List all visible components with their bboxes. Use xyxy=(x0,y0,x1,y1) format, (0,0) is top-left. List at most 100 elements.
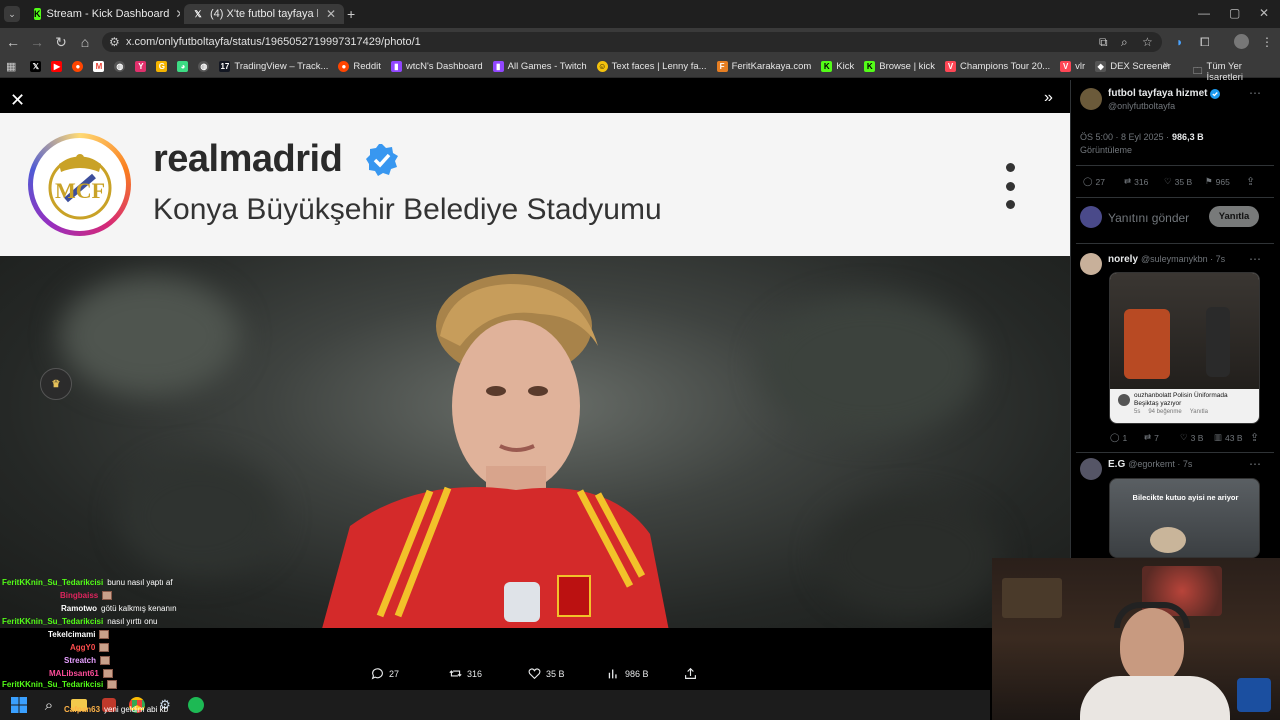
g-icon: G xyxy=(156,61,168,72)
bookmark-globe-2[interactable]: ◍ xyxy=(198,61,210,72)
tab-close-icon[interactable]: ✕ xyxy=(175,7,180,21)
reply-views-stat[interactable]: ▥ 43 B xyxy=(1214,432,1243,443)
maximize-icon[interactable]: ▢ xyxy=(1229,6,1240,20)
reply-avatar[interactable] xyxy=(1080,458,1102,480)
extensions-puzzle-icon[interactable]: ⧠ xyxy=(1200,35,1210,50)
apps-icon[interactable]: ▦ xyxy=(6,60,16,73)
share-action[interactable] xyxy=(684,667,697,680)
forward-arrow-icon[interactable]: → xyxy=(28,34,46,50)
address-bar[interactable]: x.com/onlyfutboltayfa/status/19650527199… xyxy=(102,32,1162,52)
bookmarks-overflow-icon[interactable]: » xyxy=(1163,59,1169,71)
android-icon: ◕ xyxy=(177,61,189,72)
reply-repost-stat[interactable]: ⇄ 7 xyxy=(1144,432,1159,443)
tab-x-post[interactable]: 𝕏 (4) X'te futbol tayfaya hizmet: " ✕ xyxy=(184,4,344,24)
views-count-text: 986,3 B xyxy=(1172,132,1204,142)
reply-count: 27 xyxy=(1095,176,1105,187)
heart-icon xyxy=(528,668,541,680)
install-icon[interactable]: ⧉ xyxy=(1099,35,1108,50)
bookmark-android[interactable]: ◕ xyxy=(177,61,189,72)
reply-media[interactable]: Bilecikte kutuo ayisi ne ariyor xyxy=(1109,478,1260,558)
sidebar-reply-stat[interactable]: ◯ 27 xyxy=(1083,176,1105,187)
x-icon: 𝕏 xyxy=(194,8,202,19)
bookmark-twitch-games[interactable]: ▮ All Games - Twitch xyxy=(492,61,587,72)
reply-action[interactable]: 27 xyxy=(371,667,399,680)
divider xyxy=(1076,197,1274,198)
bookmark-reddit[interactable]: ● xyxy=(72,61,84,72)
new-tab-button[interactable]: + xyxy=(347,6,355,22)
zoom-icon[interactable]: ⌕ xyxy=(1121,35,1128,50)
more-options-icon[interactable]: ⋯ xyxy=(1249,457,1261,471)
reply-author-handle[interactable]: @egorkemt · 7s xyxy=(1128,459,1192,469)
post-timestamp: ÖS 5:00 · 8 Eyl 2025 · 986,3 B xyxy=(1080,132,1204,142)
reply-input[interactable]: Yanıtını gönder xyxy=(1108,211,1189,225)
emote-icon xyxy=(102,669,113,678)
bookmark-kick[interactable]: K Kick xyxy=(821,61,854,72)
back-arrow-icon[interactable]: ← xyxy=(4,34,22,50)
window-close-icon[interactable]: ✕ xyxy=(1259,6,1269,20)
windows-start-icon[interactable] xyxy=(10,696,28,714)
menu-dots-icon[interactable]: ⋮ xyxy=(1261,35,1273,49)
divider xyxy=(1076,243,1274,244)
emote-icon xyxy=(107,680,118,689)
bookmark-globe[interactable]: ◍ xyxy=(114,61,126,72)
bookmark-feritkarakaya[interactable]: F FeritKarakaya.com xyxy=(716,61,811,72)
minimize-icon[interactable]: — xyxy=(1198,6,1210,20)
site-info-icon[interactable]: ⚙ xyxy=(109,35,120,49)
bookmark-text-faces[interactable]: ☺ Text faces | Lenny fa... xyxy=(596,61,707,72)
bookmark-label: Reddit xyxy=(353,61,381,72)
bookmark-label: Browse | kick xyxy=(879,61,936,72)
bookmark-champions-tour[interactable]: V Champions Tour 20... xyxy=(945,61,1050,72)
views-action[interactable]: 986 B xyxy=(607,667,649,680)
bookmark-tradingview[interactable]: 17 TradingView – Track... xyxy=(219,61,328,72)
author-avatar[interactable] xyxy=(1080,88,1102,110)
author-name[interactable]: futbol tayfaya hizmet xyxy=(1108,88,1221,99)
bookmark-gmail[interactable]: M xyxy=(93,61,105,72)
reply-reply-stat[interactable]: ◯ 1 xyxy=(1110,432,1127,443)
chat-message: Streatch xyxy=(64,656,111,665)
reply-author-name[interactable]: norely xyxy=(1108,254,1138,265)
tab-kick-dashboard[interactable]: K Stream - Kick Dashboard ✕ xyxy=(26,4,180,24)
share-icon[interactable]: ⇪ xyxy=(1250,431,1259,444)
bookmark-icon: ⚑ xyxy=(1205,176,1213,186)
bookmark-star-icon[interactable]: ☆ xyxy=(1142,35,1153,49)
extension-icon[interactable]: ◗ xyxy=(1176,35,1183,49)
reply-media[interactable]: ouzhanbolatt Polisin Üniformada Beşiktaş… xyxy=(1109,272,1260,424)
repost-action[interactable]: 316 xyxy=(449,667,482,680)
close-viewer-icon[interactable]: ✕ xyxy=(10,90,25,111)
bookmark-label: Champions Tour 20... xyxy=(960,61,1051,72)
tab-search-button[interactable]: ⌄ xyxy=(4,6,20,22)
sidebar-repost-stat[interactable]: ⇄ 316 xyxy=(1124,176,1148,187)
bookmark-browse-kick[interactable]: K Browse | kick xyxy=(864,61,935,72)
chat-message: Tekelcimami xyxy=(48,630,110,639)
more-options-icon[interactable]: ⋯ xyxy=(1249,86,1261,100)
more-options-icon[interactable]: ⋯ xyxy=(1249,252,1261,266)
profile-avatar[interactable] xyxy=(1234,34,1249,49)
reply-avatar[interactable] xyxy=(1080,253,1102,275)
author-handle[interactable]: @onlyfutboltayfa xyxy=(1108,101,1175,111)
sidebar-bookmark-stat[interactable]: ⚑ 965 xyxy=(1205,176,1230,187)
reply-button[interactable]: Yanıtla xyxy=(1209,206,1259,227)
home-icon[interactable]: ⌂ xyxy=(76,34,94,50)
share-icon[interactable]: ⇪ xyxy=(1246,175,1255,188)
reload-icon[interactable]: ↻ xyxy=(52,34,70,51)
tradingview-icon: 17 xyxy=(219,61,231,72)
bookmark-vlr[interactable]: Vvlr xyxy=(1060,61,1085,72)
sidebar-like-stat[interactable]: ♡ 35 B xyxy=(1164,176,1192,187)
tab-close-icon[interactable]: ✕ xyxy=(326,7,336,21)
bookmark-x[interactable]: 𝕏 xyxy=(30,61,42,72)
bookmark-dex-screener[interactable]: ◆ DEX Screener xyxy=(1095,61,1171,72)
bookmark-y[interactable]: Y xyxy=(135,61,147,72)
spotify-icon[interactable] xyxy=(187,696,205,714)
realmadrid-crest-icon: MCF xyxy=(33,138,126,231)
expand-panel-icon[interactable]: » xyxy=(1044,89,1053,107)
reply-author-handle[interactable]: @suleymanykbn · 7s xyxy=(1141,254,1225,264)
bookmark-wtcn-dashboard[interactable]: ▮ wtcN's Dashboard xyxy=(390,61,483,72)
bookmark-reddit-2[interactable]: ● Reddit xyxy=(338,61,381,72)
bookmark-g[interactable]: G xyxy=(156,61,168,72)
reply-like-stat[interactable]: ♡ 3 B xyxy=(1180,432,1203,443)
reply-author-name[interactable]: E.G xyxy=(1108,459,1125,470)
bookmark-youtube[interactable]: ▶ xyxy=(51,61,63,72)
youtube-icon: ▶ xyxy=(51,61,63,72)
like-action[interactable]: 35 B xyxy=(528,667,565,680)
search-icon[interactable]: ⌕ xyxy=(40,696,58,714)
